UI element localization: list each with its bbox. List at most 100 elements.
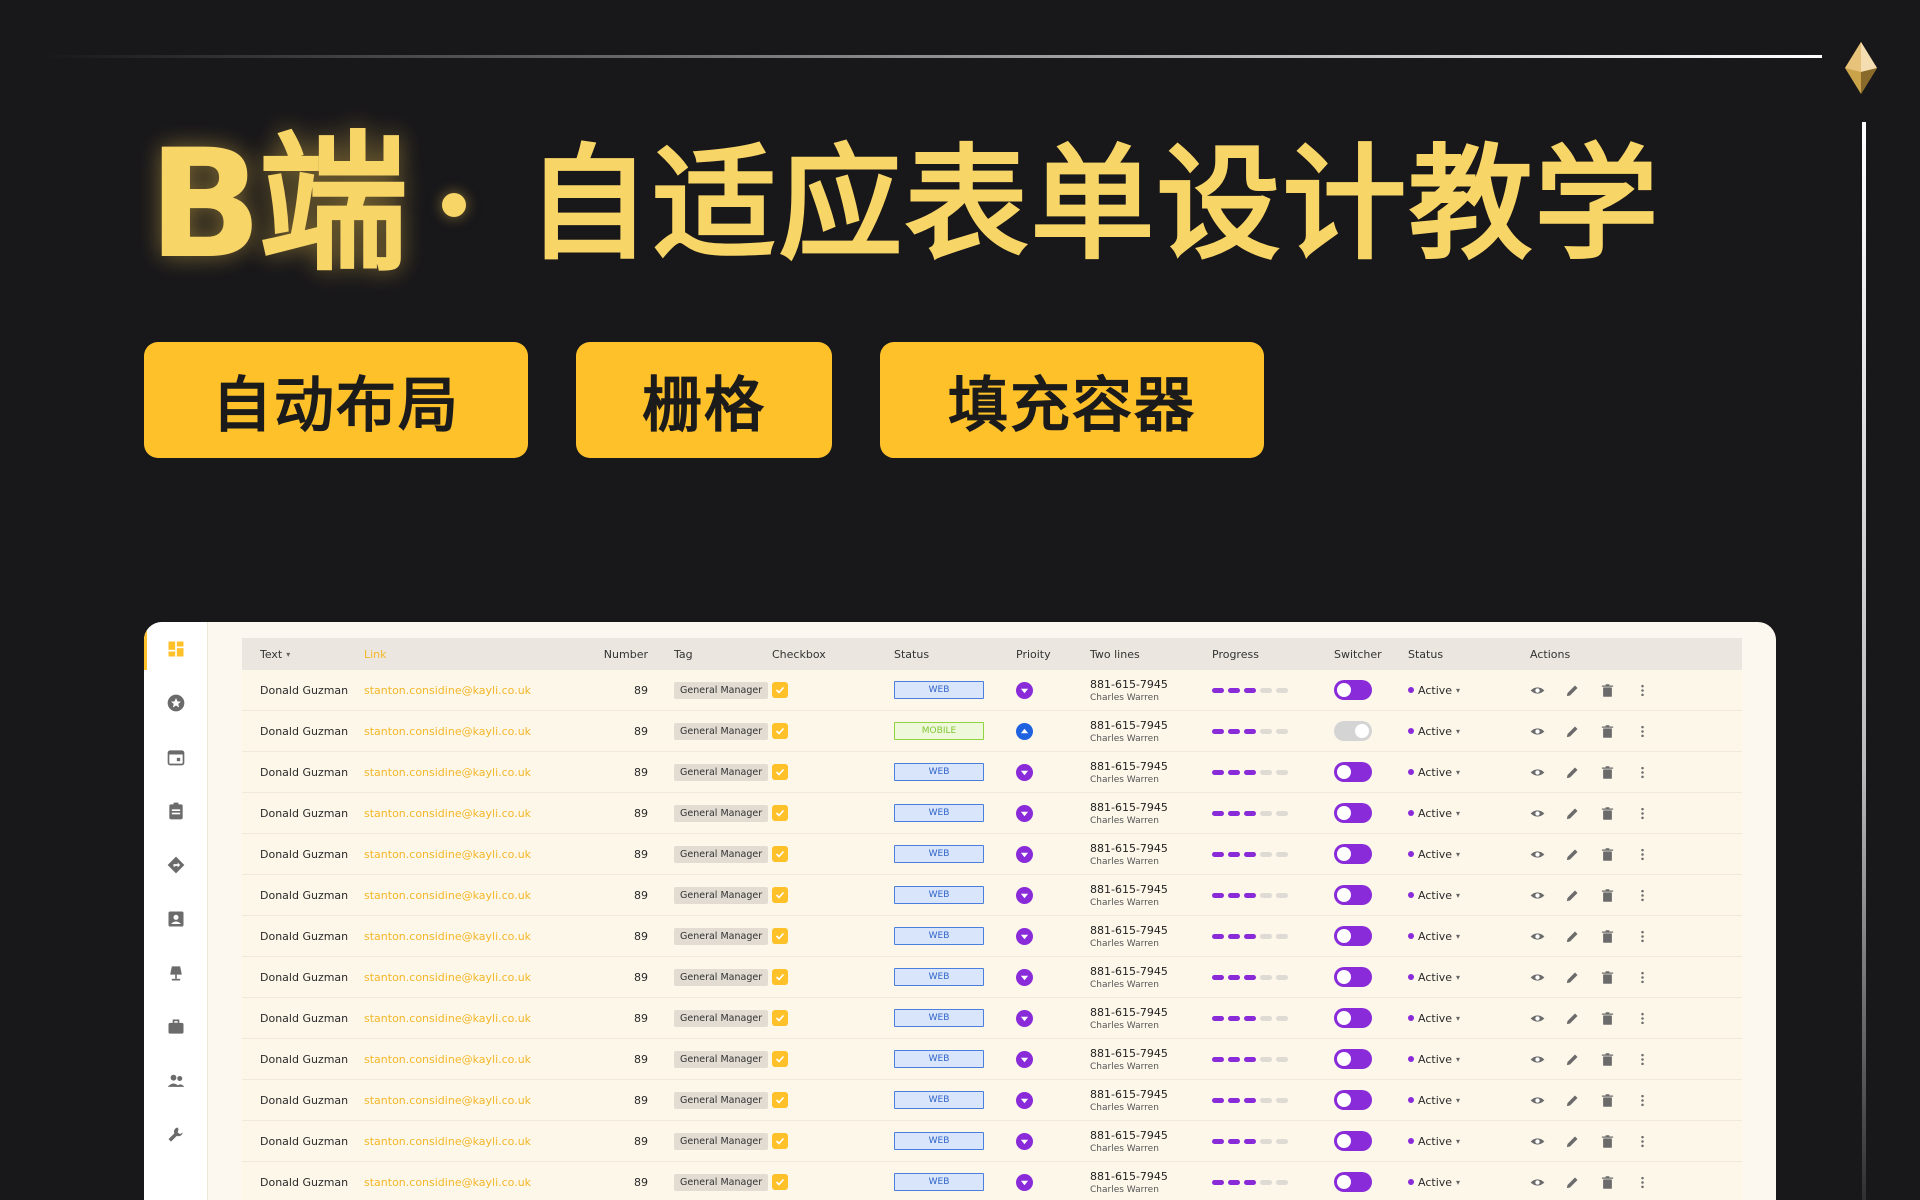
edit-icon[interactable] — [1565, 1134, 1580, 1149]
toggle-switch[interactable] — [1334, 721, 1372, 741]
edit-icon[interactable] — [1565, 888, 1580, 903]
view-icon[interactable] — [1530, 765, 1545, 780]
delete-icon[interactable] — [1600, 765, 1615, 780]
nav-tools[interactable] — [144, 1108, 208, 1162]
edit-icon[interactable] — [1565, 765, 1580, 780]
checkbox[interactable] — [772, 887, 788, 903]
pill-fill-container[interactable]: 填充容器 — [880, 342, 1264, 458]
table-row[interactable]: Donald Guzman stanton.considine@kayli.co… — [242, 1080, 1742, 1121]
table-row[interactable]: Donald Guzman stanton.considine@kayli.co… — [242, 711, 1742, 752]
delete-icon[interactable] — [1600, 1093, 1615, 1108]
more-icon[interactable] — [1635, 1011, 1650, 1026]
delete-icon[interactable] — [1600, 1052, 1615, 1067]
cell-link[interactable]: stanton.considine@kayli.co.uk — [364, 1053, 590, 1066]
delete-icon[interactable] — [1600, 1011, 1615, 1026]
delete-icon[interactable] — [1600, 847, 1615, 862]
toggle-switch[interactable] — [1334, 803, 1372, 823]
delete-icon[interactable] — [1600, 929, 1615, 944]
table-row[interactable]: Donald Guzman stanton.considine@kayli.co… — [242, 670, 1742, 711]
view-icon[interactable] — [1530, 929, 1545, 944]
edit-icon[interactable] — [1565, 806, 1580, 821]
view-icon[interactable] — [1530, 1052, 1545, 1067]
view-icon[interactable] — [1530, 1175, 1545, 1190]
cell-link[interactable]: stanton.considine@kayli.co.uk — [364, 725, 590, 738]
cell-link[interactable]: stanton.considine@kayli.co.uk — [364, 807, 590, 820]
cell-state[interactable]: Active ▾ — [1408, 1094, 1530, 1107]
more-icon[interactable] — [1635, 847, 1650, 862]
nav-lamp[interactable] — [144, 946, 208, 1000]
delete-icon[interactable] — [1600, 970, 1615, 985]
view-icon[interactable] — [1530, 1011, 1545, 1026]
table-row[interactable]: Donald Guzman stanton.considine@kayli.co… — [242, 793, 1742, 834]
cell-link[interactable]: stanton.considine@kayli.co.uk — [364, 1135, 590, 1148]
more-icon[interactable] — [1635, 806, 1650, 821]
nav-people[interactable] — [144, 1054, 208, 1108]
toggle-switch[interactable] — [1334, 926, 1372, 946]
cell-state[interactable]: Active ▾ — [1408, 1053, 1530, 1066]
table-row[interactable]: Donald Guzman stanton.considine@kayli.co… — [242, 957, 1742, 998]
view-icon[interactable] — [1530, 1134, 1545, 1149]
checkbox[interactable] — [772, 805, 788, 821]
more-icon[interactable] — [1635, 1052, 1650, 1067]
more-icon[interactable] — [1635, 970, 1650, 985]
cell-state[interactable]: Active ▾ — [1408, 971, 1530, 984]
checkbox[interactable] — [772, 1010, 788, 1026]
table-row[interactable]: Donald Guzman stanton.considine@kayli.co… — [242, 1162, 1742, 1200]
toggle-switch[interactable] — [1334, 1131, 1372, 1151]
more-icon[interactable] — [1635, 1175, 1650, 1190]
table-row[interactable]: Donald Guzman stanton.considine@kayli.co… — [242, 875, 1742, 916]
toggle-switch[interactable] — [1334, 844, 1372, 864]
table-row[interactable]: Donald Guzman stanton.considine@kayli.co… — [242, 834, 1742, 875]
cell-state[interactable]: Active ▾ — [1408, 725, 1530, 738]
cell-link[interactable]: stanton.considine@kayli.co.uk — [364, 766, 590, 779]
table-row[interactable]: Donald Guzman stanton.considine@kayli.co… — [242, 998, 1742, 1039]
checkbox[interactable] — [772, 1133, 788, 1149]
edit-icon[interactable] — [1565, 1011, 1580, 1026]
cell-state[interactable]: Active ▾ — [1408, 848, 1530, 861]
checkbox[interactable] — [772, 969, 788, 985]
checkbox[interactable] — [772, 1092, 788, 1108]
table-row[interactable]: Donald Guzman stanton.considine@kayli.co… — [242, 1121, 1742, 1162]
edit-icon[interactable] — [1565, 724, 1580, 739]
cell-state[interactable]: Active ▾ — [1408, 684, 1530, 697]
view-icon[interactable] — [1530, 683, 1545, 698]
cell-link[interactable]: stanton.considine@kayli.co.uk — [364, 971, 590, 984]
view-icon[interactable] — [1530, 1093, 1545, 1108]
cell-link[interactable]: stanton.considine@kayli.co.uk — [364, 1094, 590, 1107]
more-icon[interactable] — [1635, 929, 1650, 944]
nav-contacts[interactable] — [144, 892, 208, 946]
cell-link[interactable]: stanton.considine@kayli.co.uk — [364, 1176, 590, 1189]
delete-icon[interactable] — [1600, 724, 1615, 739]
checkbox[interactable] — [772, 846, 788, 862]
edit-icon[interactable] — [1565, 1052, 1580, 1067]
edit-icon[interactable] — [1565, 1093, 1580, 1108]
table-row[interactable]: Donald Guzman stanton.considine@kayli.co… — [242, 916, 1742, 957]
toggle-switch[interactable] — [1334, 762, 1372, 782]
cell-link[interactable]: stanton.considine@kayli.co.uk — [364, 1012, 590, 1025]
pill-grid[interactable]: 栅格 — [576, 342, 832, 458]
delete-icon[interactable] — [1600, 1134, 1615, 1149]
edit-icon[interactable] — [1565, 1175, 1580, 1190]
more-icon[interactable] — [1635, 1134, 1650, 1149]
edit-icon[interactable] — [1565, 970, 1580, 985]
cell-link[interactable]: stanton.considine@kayli.co.uk — [364, 889, 590, 902]
toggle-switch[interactable] — [1334, 680, 1372, 700]
nav-favorites[interactable] — [144, 676, 208, 730]
table-row[interactable]: Donald Guzman stanton.considine@kayli.co… — [242, 752, 1742, 793]
checkbox[interactable] — [772, 928, 788, 944]
toggle-switch[interactable] — [1334, 1172, 1372, 1192]
nav-tasks[interactable] — [144, 784, 208, 838]
cell-state[interactable]: Active ▾ — [1408, 930, 1530, 943]
edit-icon[interactable] — [1565, 847, 1580, 862]
cell-link[interactable]: stanton.considine@kayli.co.uk — [364, 930, 590, 943]
nav-directions[interactable] — [144, 838, 208, 892]
cell-state[interactable]: Active ▾ — [1408, 766, 1530, 779]
cell-state[interactable]: Active ▾ — [1408, 807, 1530, 820]
more-icon[interactable] — [1635, 765, 1650, 780]
checkbox[interactable] — [772, 1051, 788, 1067]
view-icon[interactable] — [1530, 847, 1545, 862]
header-text[interactable]: Text ▾ — [242, 648, 364, 661]
delete-icon[interactable] — [1600, 806, 1615, 821]
edit-icon[interactable] — [1565, 929, 1580, 944]
toggle-switch[interactable] — [1334, 1090, 1372, 1110]
